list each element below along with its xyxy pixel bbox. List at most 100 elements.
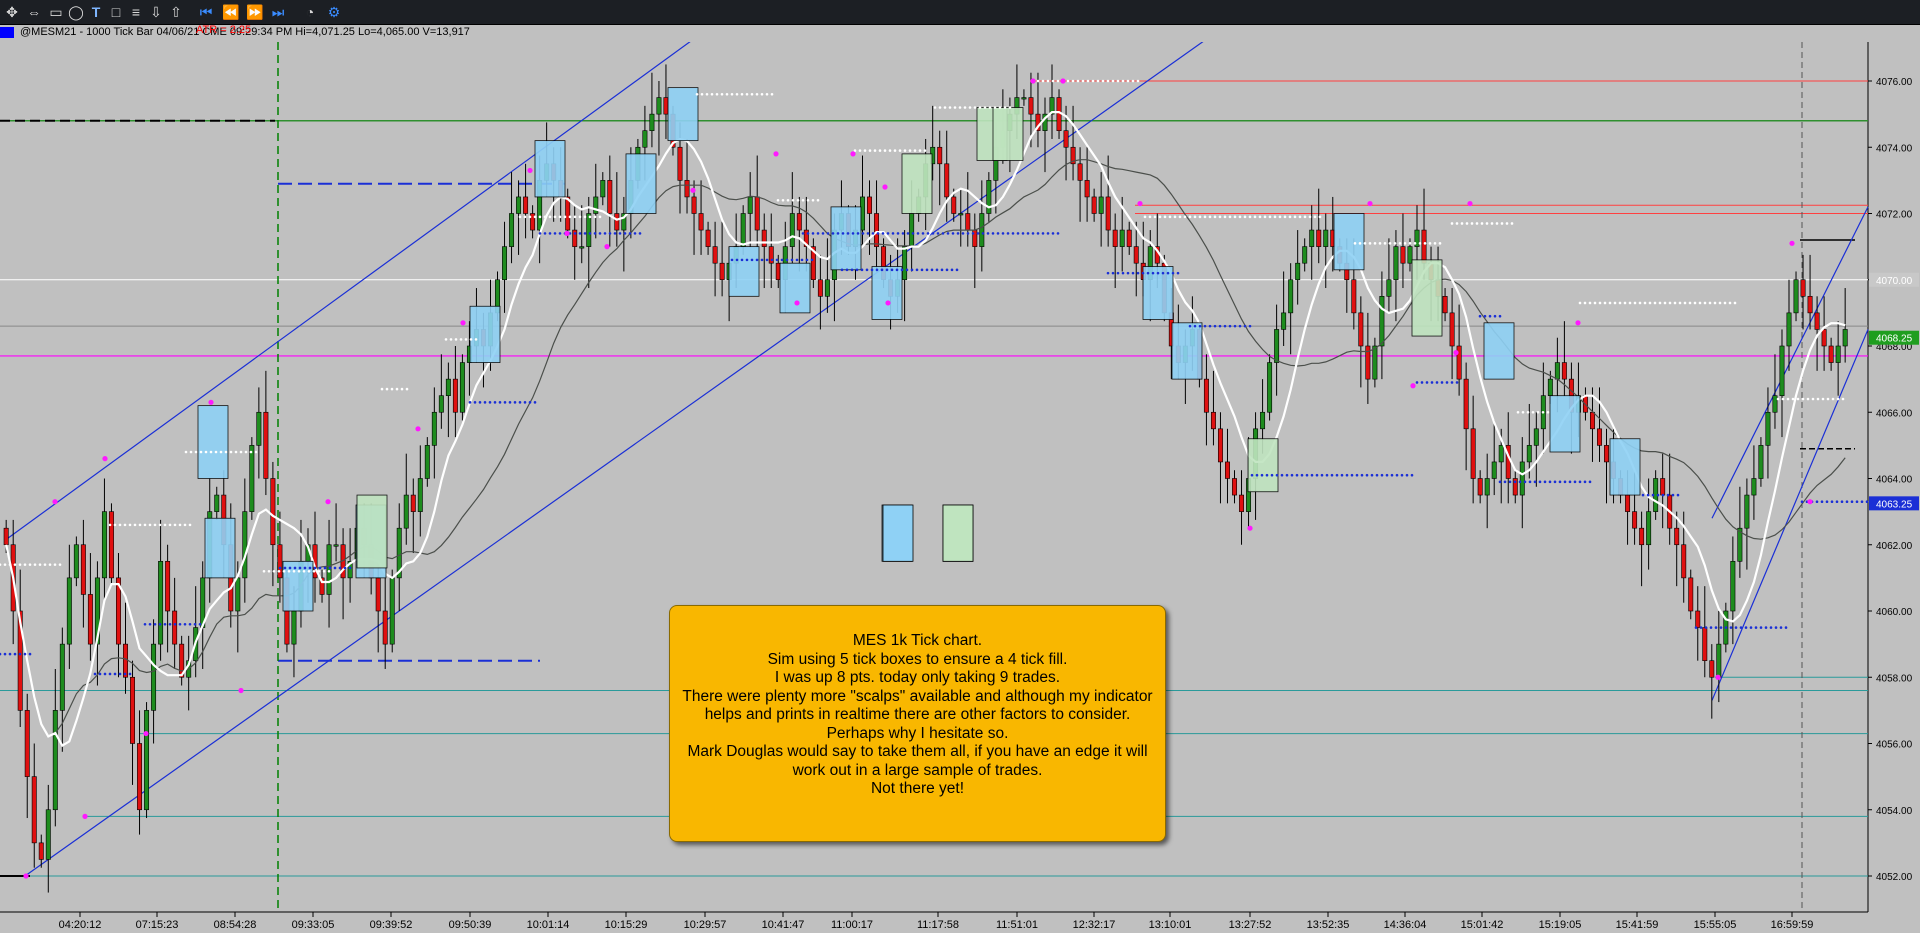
candle-body [31, 776, 37, 844]
x-tick-label: 09:50:39 [449, 919, 492, 931]
candle-body [172, 610, 178, 645]
candle-body [1758, 445, 1764, 479]
x-tick-label: 04:20:12 [59, 919, 102, 931]
candle-body [214, 494, 220, 512]
candle-body [1112, 229, 1118, 247]
candle-body [1379, 296, 1385, 347]
candle-body [1225, 461, 1230, 479]
candle-body [1288, 279, 1294, 314]
first-page-icon[interactable]: ⏮ [198, 4, 214, 20]
y-tick-label: 4058.00 [1876, 673, 1913, 684]
candle-body [130, 676, 135, 744]
candle-body [1491, 461, 1497, 479]
candle-body [333, 544, 339, 547]
cross-arrows-icon[interactable]: ⇔ [26, 4, 42, 20]
candle-body [1547, 378, 1553, 396]
rectangle-icon[interactable]: ▭ [48, 4, 64, 20]
note-line: MES 1k Tick chart. [852, 632, 983, 649]
candle-body [1274, 329, 1280, 363]
pivot-dot [1137, 200, 1143, 207]
arrow-up-icon[interactable]: ⇧ [168, 4, 184, 20]
pivot-dot [23, 873, 29, 879]
pivot-dot [460, 320, 466, 326]
candle-body [1632, 511, 1638, 529]
note-line: Sim using 5 tick boxes to ensure a 4 tic… [767, 650, 1068, 668]
trade-box-long [871, 266, 903, 320]
trade-box-short [356, 494, 388, 569]
y-tick-label: 4054.00 [1876, 806, 1913, 817]
candle-body [1688, 577, 1694, 612]
candle-body [382, 610, 388, 645]
pivot-dot [527, 167, 533, 174]
candle-body [1786, 312, 1792, 347]
candle-body [1393, 246, 1399, 281]
x-tick-label: 08:54:28 [214, 919, 257, 931]
candle-body [1119, 229, 1125, 247]
y-tick-label: 4076.00 [1876, 77, 1913, 88]
trade-box-long [1483, 322, 1515, 380]
trade-box-long [779, 262, 811, 314]
candle-body [1695, 610, 1701, 628]
candle-body [754, 196, 760, 231]
hamburger-lines-icon[interactable]: ≡ [128, 4, 144, 20]
candle-body [1105, 196, 1111, 231]
candle-body [1091, 196, 1097, 214]
candle-body [165, 561, 171, 612]
candle-body [1800, 279, 1806, 297]
candle-body [277, 544, 283, 579]
scroll-left-icon[interactable]: ⏪ [222, 4, 239, 20]
candle-body [902, 246, 908, 281]
candle-body [909, 213, 915, 247]
symbol-color-swatch[interactable] [0, 27, 14, 38]
candle-body [1526, 445, 1532, 463]
candle-body [1267, 362, 1273, 413]
x-tick-label: 10:15:29 [605, 919, 648, 931]
note-line: Mark Douglas would say to take them all,… [687, 743, 1148, 779]
candle-body [1021, 97, 1027, 100]
square-icon[interactable]: □ [108, 4, 124, 20]
clock-icon[interactable]: ◔ [302, 4, 318, 20]
pivot-dot [325, 499, 331, 505]
text-tool-icon[interactable]: T [88, 4, 104, 20]
trade-box-long [728, 246, 760, 297]
candle-body [1716, 643, 1722, 678]
candle-body [789, 213, 795, 247]
candle-body [1772, 395, 1778, 413]
arrow-down-icon[interactable]: ⇩ [148, 4, 164, 20]
x-tick-label: 13:27:52 [1229, 919, 1272, 931]
candle-body [1077, 163, 1083, 181]
scroll-right-icon[interactable]: ⏩ [246, 4, 263, 20]
price-label: 4070.00 [1876, 276, 1913, 287]
last-page-icon[interactable]: ⏭ [270, 4, 286, 20]
pivot-dot [1247, 525, 1253, 531]
y-tick-label: 4064.00 [1876, 475, 1913, 486]
candle-body [649, 113, 655, 131]
candle-body [1498, 445, 1504, 463]
candle-body [1203, 378, 1209, 413]
y-tick-label: 4074.00 [1876, 143, 1913, 154]
cursor-move-icon[interactable]: ✥ [4, 4, 20, 20]
candle-body [600, 180, 606, 198]
trade-box-long [204, 517, 236, 579]
candle-body [1210, 411, 1216, 430]
pivot-dot [415, 426, 421, 432]
candle-body [1358, 312, 1364, 347]
note-line: There were plenty more "scalps" availabl… [682, 687, 1153, 724]
candle-body [1779, 345, 1785, 396]
candle-body [410, 494, 416, 512]
ellipse-icon[interactable]: ◯ [68, 4, 84, 20]
x-tick-label: 15:41:59 [1616, 919, 1659, 931]
pivot-dot [604, 244, 610, 250]
candle-body [586, 213, 592, 247]
candle-body [705, 229, 711, 247]
x-tick-label: 09:39:52 [370, 919, 413, 931]
settings-icon[interactable]: ⚙ [326, 4, 342, 20]
pivot-dot [102, 456, 108, 462]
x-tick-label: 15:55:05 [1694, 919, 1737, 931]
candle-body [684, 180, 690, 198]
trade-box-long [1142, 266, 1174, 320]
candle-body [1295, 262, 1301, 281]
candle-body [1561, 362, 1567, 380]
candle-body [45, 809, 51, 860]
candle-body [1217, 428, 1223, 463]
